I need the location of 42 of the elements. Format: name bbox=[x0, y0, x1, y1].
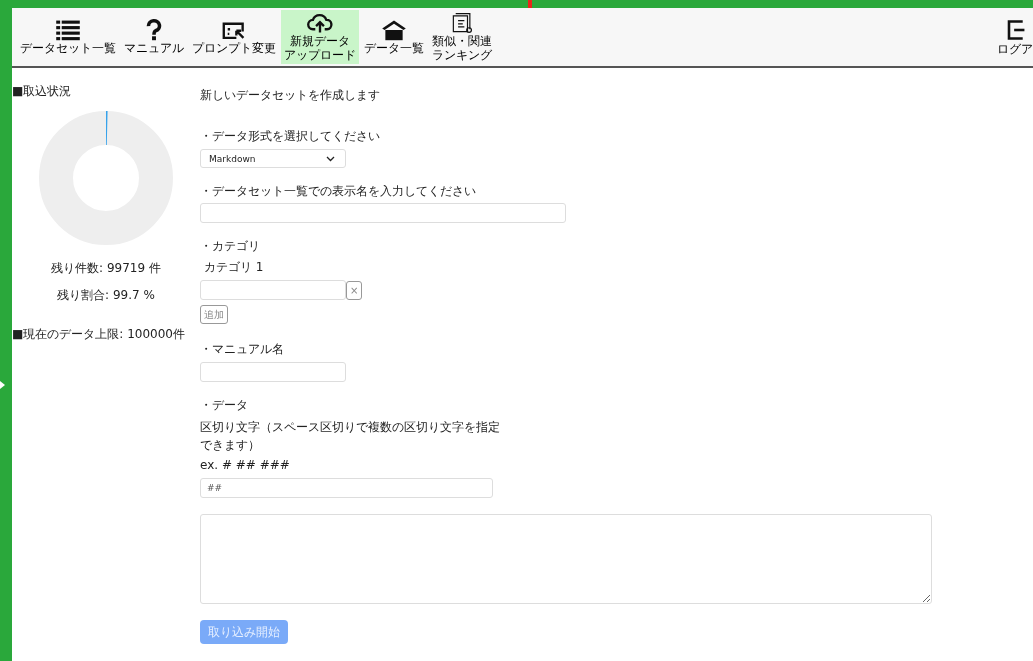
toolbar-label: 新規データ bbox=[290, 35, 350, 48]
field-label: ・マニュアル名 bbox=[200, 342, 284, 357]
category-label: カテゴリ 1 bbox=[204, 260, 264, 275]
input-field[interactable]: ## bbox=[200, 478, 493, 498]
data-limit: ■現在のデータ上限: 100000件 bbox=[12, 327, 186, 342]
field-label: ・データ形式を選択してください bbox=[200, 129, 380, 144]
list-icon bbox=[54, 19, 82, 41]
intro-text: 新しいデータセットを作成します bbox=[200, 88, 380, 103]
toolbar-button[interactable]: 新規データ アップロード bbox=[281, 10, 359, 64]
toolbar-label: 類似・関連 bbox=[432, 35, 492, 48]
input-field[interactable] bbox=[200, 280, 346, 300]
toolbar-label: ランキング bbox=[432, 49, 492, 62]
input-field[interactable] bbox=[200, 203, 566, 223]
cloud-upload-icon bbox=[306, 12, 334, 34]
toolbar-button[interactable]: マニュアル bbox=[121, 10, 187, 64]
logout-button[interactable]: ログア bbox=[994, 10, 1033, 64]
toolbar-label: データ一覧 bbox=[364, 42, 424, 55]
remaining-ratio: 残り割合: 99.7 % bbox=[56, 288, 156, 303]
top-marker bbox=[528, 0, 532, 8]
delimiter-example: ex. # ## ### bbox=[200, 458, 290, 473]
section-heading: ■取込状況 bbox=[12, 84, 73, 99]
toolbar-button[interactable]: 類似・関連 ランキング bbox=[429, 10, 495, 64]
data-textarea[interactable] bbox=[200, 514, 932, 604]
add-button[interactable]: 追加 bbox=[200, 305, 228, 324]
toolbar-button[interactable]: データセット一覧 bbox=[17, 10, 119, 64]
input-field[interactable] bbox=[200, 362, 346, 382]
expand-arrow-icon[interactable] bbox=[0, 380, 6, 390]
toolbar-label: データセット一覧 bbox=[20, 42, 116, 55]
toolbar-label: マニュアル bbox=[124, 42, 184, 55]
remove-button[interactable]: × bbox=[346, 280, 363, 300]
field-label: ・カテゴリ bbox=[200, 239, 260, 254]
toolbar-label: アップロード bbox=[284, 49, 356, 62]
logout-icon bbox=[1005, 18, 1025, 42]
toolbar-label: プロンプト変更 bbox=[192, 42, 276, 55]
chevron-down-icon bbox=[326, 155, 335, 162]
format-select[interactable]: Markdown bbox=[200, 149, 346, 168]
field-label: ・データセット一覧での表示名を入力してください bbox=[200, 184, 476, 199]
toolbar-button[interactable]: プロンプト変更 bbox=[189, 10, 279, 64]
remaining-count: 残り件数: 99719 件 bbox=[50, 261, 162, 276]
toolbar-button[interactable]: データ一覧 bbox=[361, 10, 427, 64]
field-label: ・データ bbox=[200, 398, 248, 413]
house-icon bbox=[380, 19, 408, 41]
